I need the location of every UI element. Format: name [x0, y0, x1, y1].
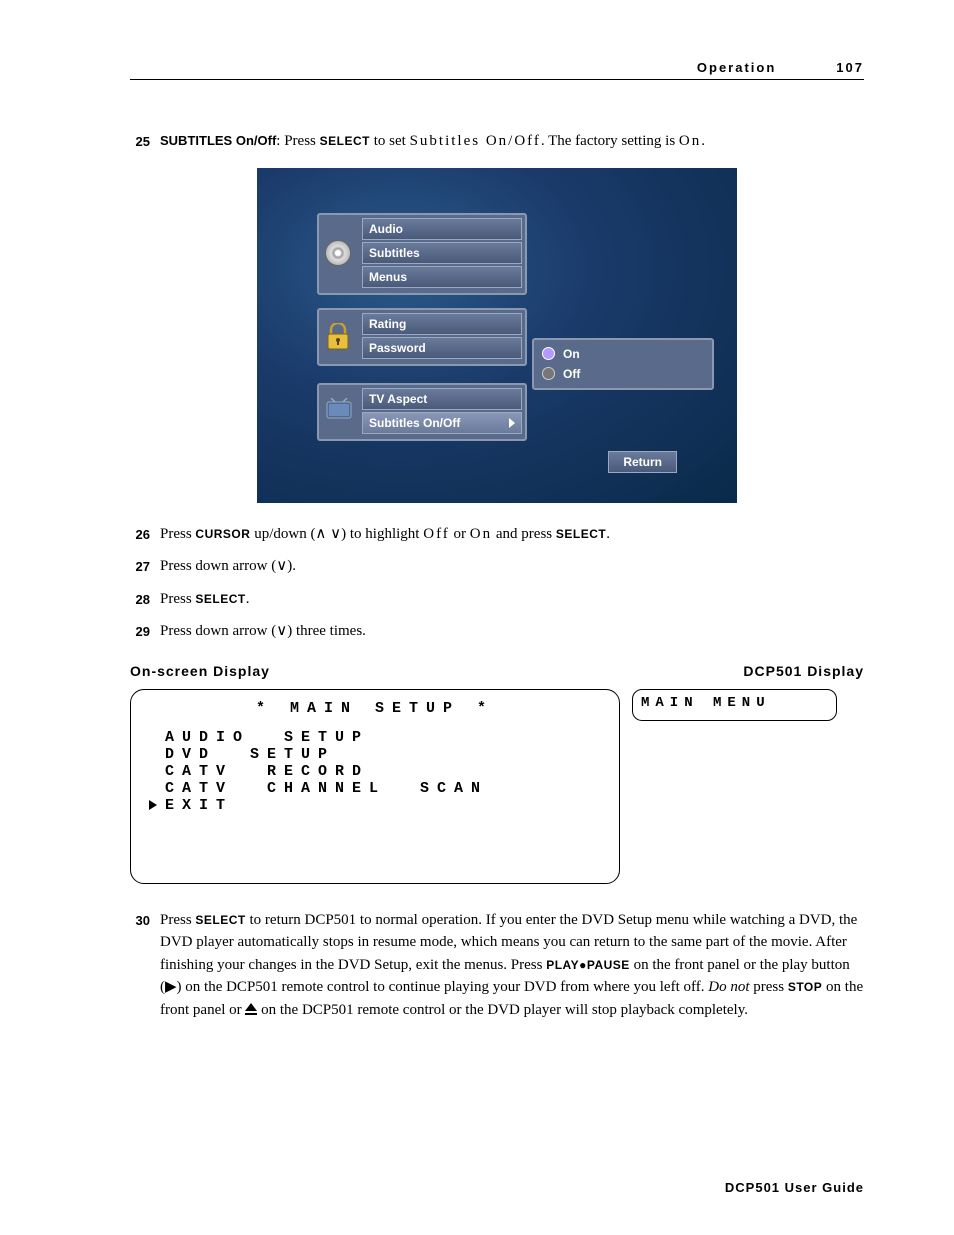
osd-item-rating[interactable]: Rating	[362, 313, 522, 335]
step-body: Press down arrow (∨) three times.	[160, 620, 864, 643]
osd-item-audio[interactable]: Audio	[362, 218, 522, 240]
lcd-row-text: AUDIO SETUP	[165, 729, 369, 746]
step-number: 30	[130, 909, 150, 1022]
display-panels: * MAIN SETUP * AUDIO SETUPDVD SETUPCATV …	[130, 689, 864, 884]
keyword-cursor: CURSOR	[195, 527, 250, 541]
disc-icon	[325, 240, 353, 268]
step-body: SUBTITLES On/Off: Press SELECT to set Su…	[160, 130, 864, 153]
step-number: 29	[130, 620, 150, 643]
osd-submenu-onoff: On Off	[532, 338, 714, 390]
header-section: Operation	[697, 60, 776, 75]
lcd-row: EXIT	[145, 797, 605, 814]
eject-icon	[245, 1003, 257, 1015]
osd-group-tv: TV Aspect Subtitles On/Off	[317, 383, 527, 441]
keyword-select: SELECT	[195, 592, 245, 606]
lcd-row: DVD SETUP	[145, 746, 605, 763]
osd-group-lock: Rating Password	[317, 308, 527, 366]
step-body: Press down arrow (∨).	[160, 555, 864, 578]
step-27: 27 Press down arrow (∨).	[130, 555, 864, 578]
osd-item-password[interactable]: Password	[362, 337, 522, 359]
osd-item-tv-aspect[interactable]: TV Aspect	[362, 388, 522, 410]
keyword-select: SELECT	[556, 527, 606, 541]
lock-icon	[325, 323, 353, 351]
osd-option-off[interactable]: Off	[538, 364, 708, 384]
step-29: 29 Press down arrow (∨) three times.	[130, 620, 864, 643]
step-number: 27	[130, 555, 150, 578]
lcd-row-text: DVD SETUP	[165, 746, 335, 763]
lcd-row-text: EXIT	[165, 797, 233, 814]
step-body: Press SELECT to return DCP501 to normal …	[160, 909, 864, 1022]
step-25: 25 SUBTITLES On/Off: Press SELECT to set…	[130, 130, 864, 153]
step-body: Press CURSOR up/down (∧ ∨) to highlight …	[160, 523, 864, 546]
lcd-row: CATV RECORD	[145, 763, 605, 780]
onscreen-display-panel: * MAIN SETUP * AUDIO SETUPDVD SETUPCATV …	[130, 689, 620, 884]
step-label: SUBTITLES On/Off	[160, 133, 276, 148]
step-body: Press SELECT.	[160, 588, 864, 611]
chevron-right-icon	[509, 418, 515, 428]
dcp501-display-panel: MAIN MENU	[632, 689, 837, 721]
dvd-osd-screenshot: Audio Subtitles Menus Rating Password TV…	[257, 168, 737, 503]
osd-item-subtitles[interactable]: Subtitles	[362, 242, 522, 264]
keyword-select: SELECT	[320, 134, 370, 148]
osd-return-button[interactable]: Return	[608, 451, 677, 473]
lcd-row-text: CATV CHANNEL SCAN	[165, 780, 488, 797]
emphasis-do-not: Do not	[708, 979, 749, 995]
step-26: 26 Press CURSOR up/down (∧ ∨) to highlig…	[130, 523, 864, 546]
step-28: 28 Press SELECT.	[130, 588, 864, 611]
step-30: 30 Press SELECT to return DCP501 to norm…	[130, 909, 864, 1022]
step-number: 26	[130, 523, 150, 546]
display-headings: On-screen Display DCP501 Display	[130, 663, 864, 679]
heading-onscreen-display: On-screen Display	[130, 663, 743, 679]
osd-option-on[interactable]: On	[538, 344, 708, 364]
lcd-title: * MAIN SETUP *	[145, 700, 605, 717]
tv-icon	[325, 398, 353, 426]
osd-item-subtitles-onoff[interactable]: Subtitles On/Off	[362, 412, 522, 434]
radio-off-icon	[542, 367, 555, 380]
heading-dcp501-display: DCP501 Display	[743, 663, 864, 679]
page-header: Operation 107	[130, 60, 864, 80]
keyword-play-pause: PLAY●PAUSE	[546, 958, 630, 972]
osd-group-disc: Audio Subtitles Menus	[317, 213, 527, 295]
step-number: 28	[130, 588, 150, 611]
header-page-number: 107	[836, 60, 864, 75]
lcd-row-text: CATV RECORD	[165, 763, 369, 780]
lcd-row: AUDIO SETUP	[145, 729, 605, 746]
keyword-select: SELECT	[195, 913, 245, 927]
radio-on-icon	[542, 347, 555, 360]
footer-guide-label: DCP501 User Guide	[725, 1180, 864, 1195]
step-number: 25	[130, 130, 150, 153]
osd-item-menus[interactable]: Menus	[362, 266, 522, 288]
lcd-row: CATV CHANNEL SCAN	[145, 780, 605, 797]
keyword-stop: STOP	[788, 980, 822, 994]
cursor-icon	[149, 800, 157, 810]
lcd-right-text: MAIN MENU	[641, 695, 771, 711]
